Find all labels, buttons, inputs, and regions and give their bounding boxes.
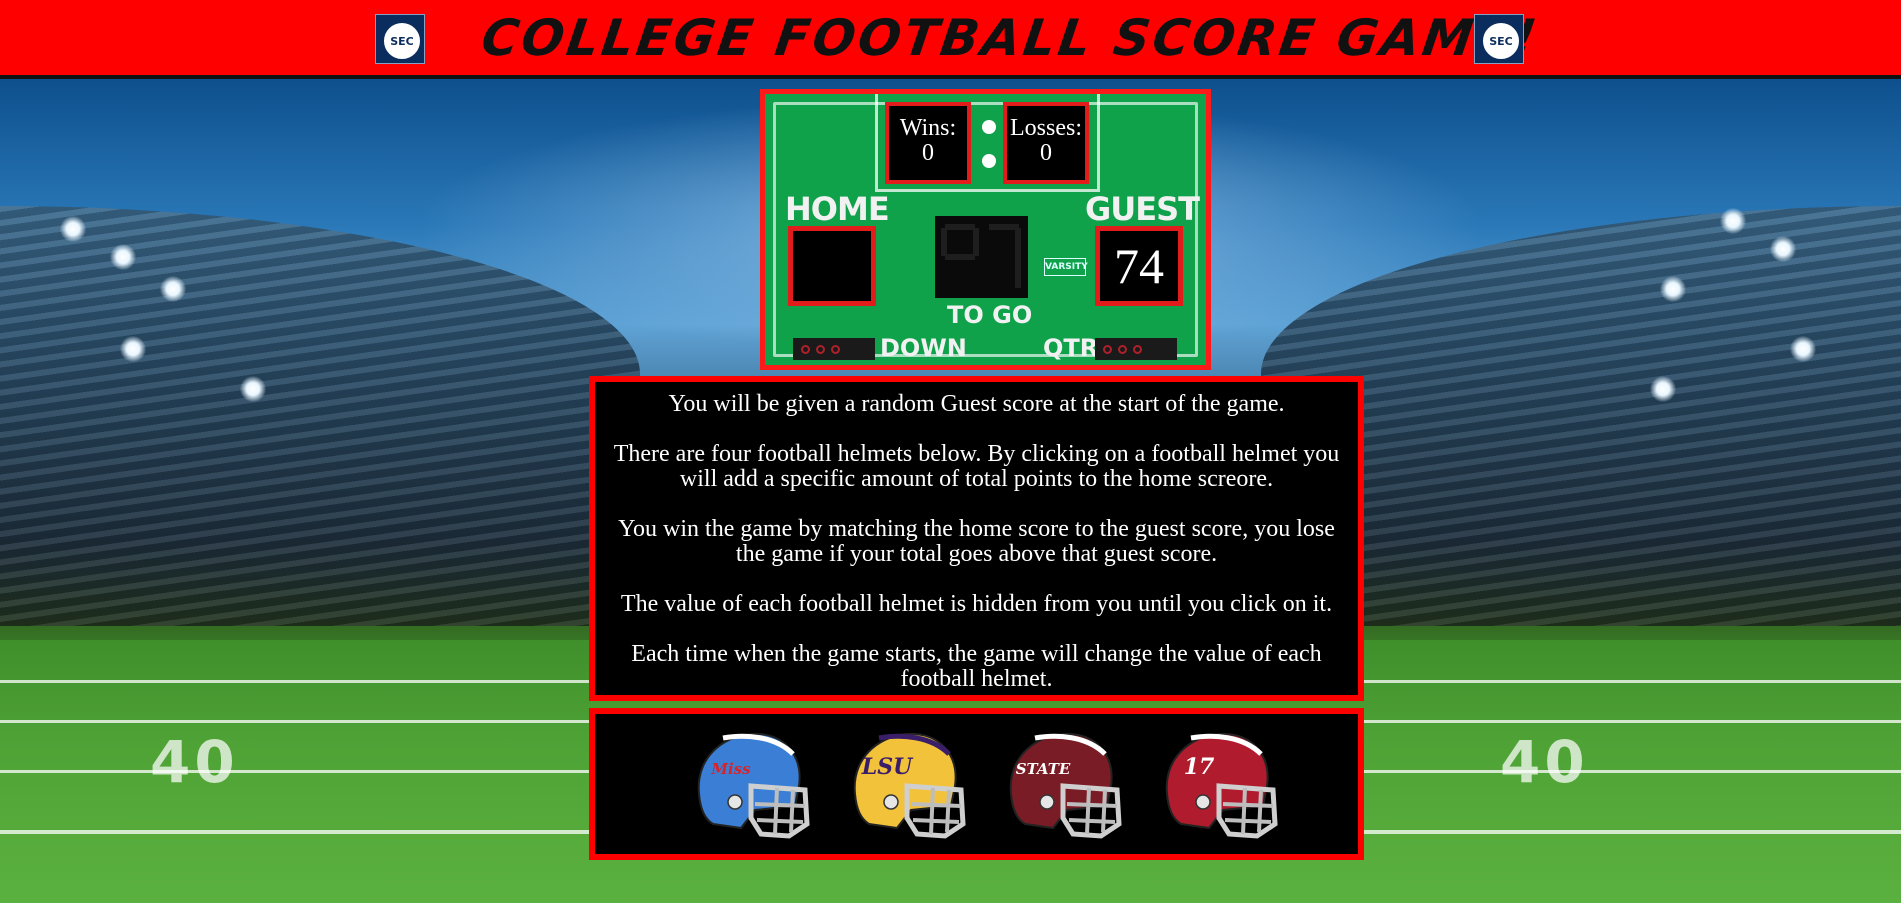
helmet-logo: 17 (1184, 754, 1215, 780)
helmet-logo: STATE (1016, 760, 1071, 778)
lamp (801, 344, 810, 354)
wins-box: Wins: 0 (885, 102, 971, 184)
qtr-lamps (1095, 338, 1177, 360)
stadium-light (160, 276, 186, 302)
helmet-logo: Miss (710, 760, 751, 778)
instructions-panel: You will be given a random Guest score a… (589, 376, 1364, 701)
digit-segment (1015, 228, 1021, 288)
lamp (1133, 344, 1142, 354)
instruction-text: You win the game by matching the home sc… (618, 516, 1335, 567)
digit-segment (973, 228, 979, 256)
togo-display (935, 216, 1028, 298)
stadium-light (110, 244, 136, 270)
stadium-light (240, 376, 266, 402)
stadium-light (1650, 376, 1676, 402)
lamp (1118, 344, 1127, 354)
stadium-light (60, 216, 86, 242)
scoreboard: Wins: 0 Losses: 0 HOME GUEST 74 TO GO VA… (760, 89, 1211, 370)
down-label: DOWN (880, 334, 967, 362)
home-label: HOME (785, 190, 890, 228)
helmet-panel: Miss LSU STATE 17 (589, 708, 1364, 860)
guest-score: 74 (1095, 226, 1183, 306)
helmet-ear-hole (727, 794, 743, 810)
sec-logo-text: SEC (382, 21, 422, 61)
helmet-button-alabama[interactable]: 17 (1153, 724, 1281, 850)
stadium-light (1790, 336, 1816, 362)
instruction-text: There are four football helmets below. B… (613, 441, 1340, 492)
helmet-button-ole-miss[interactable]: Miss (685, 724, 813, 850)
losses-box: Losses: 0 (1003, 102, 1089, 184)
helmet-ear-hole (1195, 794, 1211, 810)
stadium-light (1720, 208, 1746, 234)
varsity-brand: VARSITY (1044, 258, 1088, 276)
page-title: College Football Score Game! (477, 9, 1543, 67)
stadium-light (1770, 236, 1796, 262)
helmet-icon: Miss (697, 732, 810, 839)
stadium-light (1660, 276, 1686, 302)
stadium-light (120, 336, 146, 362)
helmet-icon: 17 (1165, 732, 1278, 839)
togo-label: TO GO (947, 301, 1033, 329)
helmet-icon: LSU (853, 732, 966, 839)
down-lamps (793, 338, 875, 360)
stands-left (0, 206, 640, 626)
instruction-text: Each time when the game starts, the game… (631, 641, 1322, 692)
helmet-icon: STATE (1009, 732, 1122, 839)
losses-label: Losses: (1010, 115, 1082, 141)
lamp (831, 344, 840, 354)
digit-segment (945, 224, 975, 230)
helmet-ear-hole (883, 794, 899, 810)
home-score (788, 226, 876, 306)
sec-logo-right: SEC (1474, 14, 1524, 64)
field-number: 40 (150, 728, 239, 796)
guest-label: GUEST (1085, 190, 1200, 228)
qtr-label: QTR (1043, 334, 1099, 362)
lamp (1103, 344, 1112, 354)
sec-logo-text: SEC (1481, 21, 1521, 61)
lamp (816, 344, 825, 354)
wins-value: 0 (922, 140, 934, 166)
helmet-ear-hole (1039, 794, 1055, 810)
colon-dot (982, 154, 996, 168)
helmet-button-mississippi-state[interactable]: STATE (997, 724, 1125, 850)
digit-segment (941, 228, 947, 256)
field-number: 40 (1500, 728, 1589, 796)
instruction-text: You will be given a random Guest score a… (668, 391, 1285, 417)
header-bar: SEC College Football Score Game! SEC (0, 0, 1901, 79)
helmet-logo: LSU (861, 754, 914, 780)
wins-label: Wins: (899, 115, 957, 141)
digit-segment (945, 254, 975, 260)
instruction-text: The value of each football helmet is hid… (620, 591, 1333, 617)
losses-value: 0 (1040, 140, 1052, 166)
helmet-button-lsu[interactable]: LSU (841, 724, 969, 850)
colon-dot (982, 120, 996, 134)
sec-logo-left: SEC (375, 14, 425, 64)
